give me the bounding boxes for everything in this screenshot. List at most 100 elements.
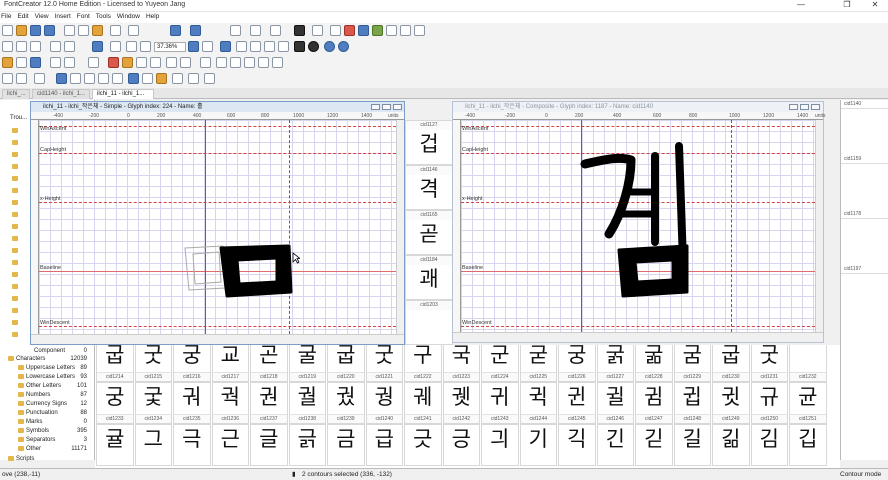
tree-item-punctuation[interactable]: Punctuation 88 <box>0 410 95 418</box>
paste-icon[interactable] <box>92 25 103 36</box>
glyph-cell[interactable]: 균 cid1251 <box>789 382 827 424</box>
glyph-cell[interactable]: 긴 <box>596 424 634 466</box>
overview-icon[interactable] <box>128 73 139 84</box>
glyph-properties-icon[interactable] <box>230 25 241 36</box>
glyph-cell[interactable]: 굼 cid1229 <box>673 345 711 382</box>
cut-icon[interactable] <box>64 25 75 36</box>
point-type-icon[interactable] <box>50 57 61 68</box>
arrow-select-icon[interactable] <box>220 41 231 52</box>
glyph-cell[interactable]: 궉 cid1236 <box>211 382 249 424</box>
glyph-cell[interactable]: 깁 <box>789 424 827 466</box>
menu-view[interactable]: View <box>35 12 53 20</box>
glyph-outline-mieum[interactable] <box>179 240 299 310</box>
link-icon[interactable] <box>250 25 261 36</box>
pen-icon[interactable] <box>64 41 75 52</box>
glyph-cell[interactable]: cid1184 괘 <box>405 255 453 300</box>
menu-edit[interactable]: Edit <box>17 12 32 20</box>
window-icon[interactable] <box>34 73 45 84</box>
glyph-cell[interactable]: 귁 cid1244 <box>519 382 557 424</box>
select-rect-icon[interactable] <box>2 41 13 52</box>
checkmark-icon[interactable] <box>372 25 383 36</box>
glyph-cell[interactable]: 굵 cid1227 <box>596 345 634 382</box>
tab-ilchi-11[interactable]: ilchi_11 - ilchi_1... <box>92 89 154 99</box>
glyph-cell[interactable]: 궤 cid1241 <box>404 382 442 424</box>
restore-icon[interactable] <box>800 104 809 110</box>
tiles-view-icon[interactable] <box>98 73 109 84</box>
minimize-icon[interactable] <box>371 104 380 110</box>
redo-icon[interactable] <box>190 25 201 36</box>
contour-icon[interactable] <box>16 57 27 68</box>
zoom-in-icon[interactable] <box>126 41 137 52</box>
glyph-cell[interactable]: 긁 <box>288 424 326 466</box>
glyph-cell[interactable]: 굿 cid1231 <box>750 345 788 382</box>
open-font-icon[interactable] <box>16 25 27 36</box>
cell-size-icon[interactable] <box>112 73 123 84</box>
glyph-cell[interactable]: 김 <box>750 424 788 466</box>
glyph-cell[interactable]: 귓 cid1249 <box>712 382 750 424</box>
glyph-cell[interactable]: 굳 cid1225 <box>519 345 557 382</box>
text-tool-icon[interactable] <box>110 41 121 52</box>
undo-icon[interactable] <box>170 25 181 36</box>
glyph-cell[interactable]: 극 <box>173 424 211 466</box>
glyph-cell[interactable]: 긷 <box>635 424 673 466</box>
scale-icon[interactable] <box>172 73 183 84</box>
tree-item-numbers[interactable]: Numbers 87 <box>0 392 95 400</box>
copy-icon[interactable] <box>78 25 89 36</box>
glyph-cell[interactable]: 굿 cid1215 <box>134 345 172 382</box>
restore-icon[interactable] <box>382 104 391 110</box>
transform-icon[interactable] <box>264 41 275 52</box>
arrow-both-icon[interactable] <box>270 25 281 36</box>
menu-insert[interactable]: Insert <box>55 12 75 20</box>
new-font-icon[interactable] <box>2 25 13 36</box>
forward-icon[interactable] <box>338 41 349 52</box>
glyph-cell[interactable]: 긍 <box>442 424 480 466</box>
glyph-cell[interactable]: 굽 cid1220 <box>327 345 365 382</box>
tree-item-characters[interactable]: Characters 12039 <box>0 356 95 364</box>
glyph-cell[interactable]: 귀 cid1243 <box>481 382 519 424</box>
menu-help[interactable]: Help <box>146 12 163 20</box>
smile-icon[interactable] <box>200 57 211 68</box>
formula-icon[interactable] <box>294 25 305 36</box>
glyph-cell[interactable]: cid1165 곧 <box>405 210 453 255</box>
mirror-icon[interactable] <box>150 57 161 68</box>
knife-icon[interactable] <box>50 41 61 52</box>
right-arrow-icon[interactable] <box>16 73 27 84</box>
save-icon[interactable] <box>30 25 41 36</box>
glyph-cell[interactable]: 긱 <box>558 424 596 466</box>
preview-icon[interactable] <box>358 25 369 36</box>
grid-icon[interactable] <box>386 25 397 36</box>
glyph-cell[interactable]: 긺 <box>712 424 750 466</box>
glyph-cell[interactable]: 근 <box>211 424 249 466</box>
triangle-icon[interactable] <box>230 57 241 68</box>
tree-item-marks[interactable]: Marks 0 <box>0 419 95 427</box>
tab-font[interactable]: lichi_... <box>2 89 30 99</box>
kerning-icon[interactable] <box>188 73 199 84</box>
glyph-canvas[interactable]: WinAscent CapHeight x-Height Baseline Wi… <box>461 120 815 332</box>
image-icon[interactable] <box>250 41 261 52</box>
distribute-icon[interactable] <box>180 57 191 68</box>
skew-icon[interactable] <box>244 57 255 68</box>
zoom-out-icon[interactable] <box>140 41 151 52</box>
left-arrow-icon[interactable] <box>2 73 13 84</box>
menu-window[interactable]: Window <box>117 12 144 20</box>
merge-icon[interactable] <box>88 57 99 68</box>
anchor-icon[interactable] <box>156 73 167 84</box>
glyph-cell[interactable]: 기 <box>519 424 557 466</box>
glyph-cell[interactable]: 귤 <box>96 424 134 466</box>
glyph-cell[interactable]: 궷 cid1242 <box>442 382 480 424</box>
fill-icon[interactable] <box>122 57 133 68</box>
horizontal-scrollbar[interactable] <box>453 332 823 342</box>
tab-cid1140[interactable]: cid1140 - ilchi_1... <box>32 89 90 99</box>
glyph-cell[interactable]: 굽 cid1214 <box>96 345 134 382</box>
tree-item-lowercase[interactable]: Lowercase Letters 93 <box>0 374 95 382</box>
zoom-rect-icon[interactable] <box>202 41 213 52</box>
glyph-cell[interactable]: 궝 cid1240 <box>365 382 403 424</box>
maximize-button[interactable]: ❐ <box>836 0 858 11</box>
tree-item-uppercase[interactable]: Uppercase Letters 89 <box>0 365 95 373</box>
table-icon[interactable] <box>400 25 411 36</box>
glyph-cell[interactable]: 금 <box>327 424 365 466</box>
chars-icon[interactable] <box>142 73 153 84</box>
glyph-cell[interactable]: 규 cid1250 <box>750 382 788 424</box>
glyph-cell[interactable]: 길 <box>673 424 711 466</box>
glyph-cell[interactable]: 권 cid1237 <box>250 382 288 424</box>
